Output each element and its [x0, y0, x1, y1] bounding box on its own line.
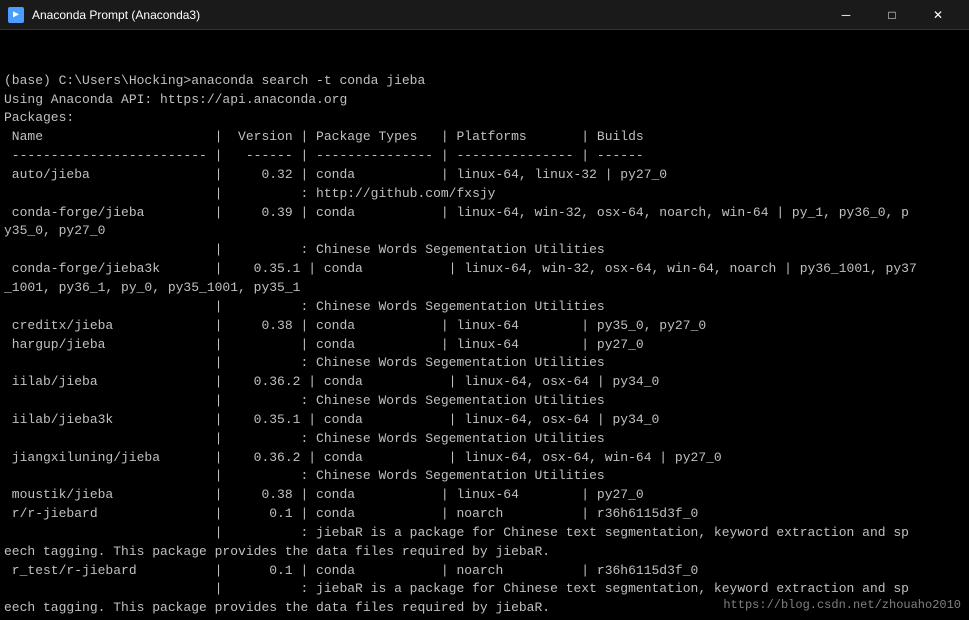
terminal-line: conda-forge/jieba3k | 0.35.1 | conda | l… [4, 260, 965, 279]
terminal-line: r/r-jiebard | 0.1 | conda | noarch | r36… [4, 505, 965, 524]
terminal-line: conda-forge/jieba | 0.39 | conda | linux… [4, 204, 965, 223]
terminal-line: | : Chinese Words Segementation Utilitie… [4, 298, 965, 317]
terminal-line: ------------------------- | ------ | ---… [4, 147, 965, 166]
terminal-line: iilab/jieba | 0.36.2 | conda | linux-64,… [4, 373, 965, 392]
terminal-line: creditx/jieba | 0.38 | conda | linux-64 … [4, 317, 965, 336]
terminal-line: y35_0, py27_0 [4, 222, 965, 241]
terminal-line: | : Chinese Words Segementation Utilitie… [4, 241, 965, 260]
terminal-line: _1001, py36_1, py_0, py35_1001, py35_1 [4, 279, 965, 298]
window-title: Anaconda Prompt (Anaconda3) [32, 8, 200, 22]
terminal-line: Name | Version | Package Types | Platfor… [4, 128, 965, 147]
terminal-content: (base) C:\Users\Hocking>anaconda search … [4, 72, 965, 620]
terminal-line: | : Chinese Words Segementation Utilitie… [4, 467, 965, 486]
terminal-line: | : Chinese Words Segementation Utilitie… [4, 392, 965, 411]
terminal-line: hargup/jieba | | conda | linux-64 | py27… [4, 336, 965, 355]
terminal-line: | : http://github.com/fxsjy [4, 185, 965, 204]
maximize-button[interactable]: □ [869, 0, 915, 30]
terminal-line: iilab/jieba3k | 0.35.1 | conda | linux-6… [4, 411, 965, 430]
terminal-line: eech tagging. This package provides the … [4, 543, 965, 562]
close-button[interactable]: ✕ [915, 0, 961, 30]
terminal-line: | : jiebaR is a package for Chinese text… [4, 524, 965, 543]
minimize-button[interactable]: ─ [823, 0, 869, 30]
terminal-line: r_test/r-jiebard | 0.1 | conda | noarch … [4, 562, 965, 581]
watermark: https://blog.csdn.net/zhouaho2010 [723, 598, 961, 612]
terminal-line: (base) C:\Users\Hocking>anaconda search … [4, 72, 965, 91]
title-bar: ▶ Anaconda Prompt (Anaconda3) ─ □ ✕ [0, 0, 969, 30]
terminal-line: auto/jieba | 0.32 | conda | linux-64, li… [4, 166, 965, 185]
terminal-line: jiangxiluning/jieba | 0.36.2 | conda | l… [4, 449, 965, 468]
terminal-line: | : Chinese Words Segementation Utilitie… [4, 430, 965, 449]
terminal-line: Packages: [4, 109, 965, 128]
terminal-window[interactable]: (base) C:\Users\Hocking>anaconda search … [0, 30, 969, 620]
window-controls: ─ □ ✕ [823, 0, 961, 30]
terminal-line: | : Chinese Words Segementation Utilitie… [4, 354, 965, 373]
terminal-line: Using Anaconda API: https://api.anaconda… [4, 91, 965, 110]
app-icon: ▶ [8, 7, 24, 23]
terminal-line: moustik/jieba | 0.38 | conda | linux-64 … [4, 486, 965, 505]
terminal-line: | : jiebaR is a package for Chinese text… [4, 580, 965, 599]
title-bar-left: ▶ Anaconda Prompt (Anaconda3) [8, 7, 200, 23]
